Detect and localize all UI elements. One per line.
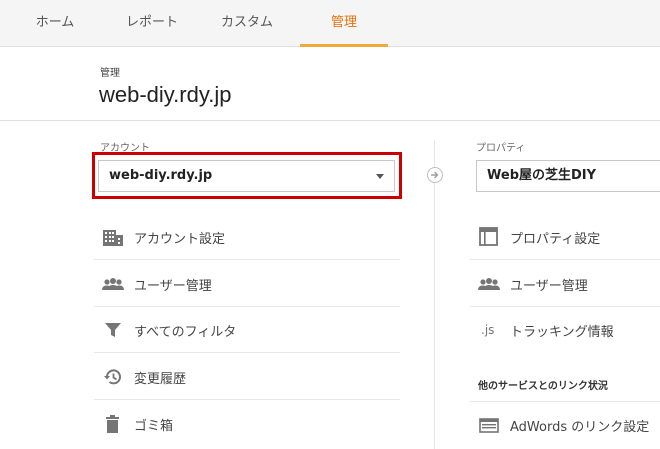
menu-property-user-management[interactable]: ユーザー管理 bbox=[470, 261, 660, 307]
tab-admin[interactable]: 管理 bbox=[300, 0, 388, 47]
menu-all-filters[interactable]: すべてのフィルタ bbox=[94, 307, 400, 353]
menu-label: ユーザー管理 bbox=[510, 279, 588, 294]
menu-label: プロパティ設定 bbox=[510, 232, 601, 247]
page-title: web-diy.rdy.jp bbox=[99, 82, 232, 107]
menu-change-history[interactable]: 変更履歴 bbox=[94, 354, 400, 400]
adwords-icon bbox=[478, 415, 500, 435]
linked-services-heading: 他のサービスとのリンク状況 bbox=[478, 381, 608, 392]
window-icon bbox=[478, 227, 500, 247]
building-icon bbox=[102, 227, 124, 247]
property-column-label: プロパティ bbox=[476, 143, 526, 154]
tab-home[interactable]: ホーム bbox=[18, 0, 92, 47]
menu-label: トラッキング情報 bbox=[510, 325, 614, 340]
menu-tracking-info[interactable]: .js トラッキング情報 bbox=[470, 307, 660, 353]
menu-label: ゴミ箱 bbox=[134, 419, 174, 434]
menu-trash[interactable]: ゴミ箱 bbox=[94, 401, 400, 447]
property-selector-value: Web屋の芝生DIY bbox=[487, 168, 597, 183]
arrow-right-icon bbox=[427, 167, 443, 183]
menu-adwords-linking[interactable]: AdWords のリンク設定 bbox=[470, 401, 660, 447]
filter-icon bbox=[102, 320, 124, 340]
menu-account-settings[interactable]: アカウント設定 bbox=[94, 214, 400, 260]
menu-label: ユーザー管理 bbox=[134, 279, 212, 294]
page-header: 管理 web-diy.rdy.jp bbox=[0, 47, 660, 121]
js-icon: .js bbox=[478, 320, 500, 340]
menu-property-settings[interactable]: プロパティ設定 bbox=[470, 214, 660, 260]
top-nav: ホーム レポート カスタム 管理 bbox=[0, 0, 660, 47]
svg-text:.js: .js bbox=[481, 323, 494, 337]
users-icon bbox=[478, 274, 500, 294]
column-divider bbox=[434, 140, 435, 449]
breadcrumb: 管理 bbox=[100, 68, 120, 79]
menu-label: すべてのフィルタ bbox=[134, 325, 237, 340]
tab-reports[interactable]: レポート bbox=[113, 0, 191, 47]
menu-account-user-management[interactable]: ユーザー管理 bbox=[94, 261, 400, 307]
highlight-box bbox=[92, 152, 402, 199]
trash-icon bbox=[102, 414, 124, 434]
history-icon bbox=[102, 367, 124, 387]
menu-label: 変更履歴 bbox=[134, 372, 187, 387]
property-selector[interactable]: Web屋の芝生DIY bbox=[476, 160, 660, 192]
users-icon bbox=[102, 274, 124, 294]
menu-label: AdWords のリンク設定 bbox=[510, 420, 650, 435]
menu-label: アカウント設定 bbox=[134, 232, 226, 247]
tab-custom[interactable]: カスタム bbox=[205, 0, 289, 47]
